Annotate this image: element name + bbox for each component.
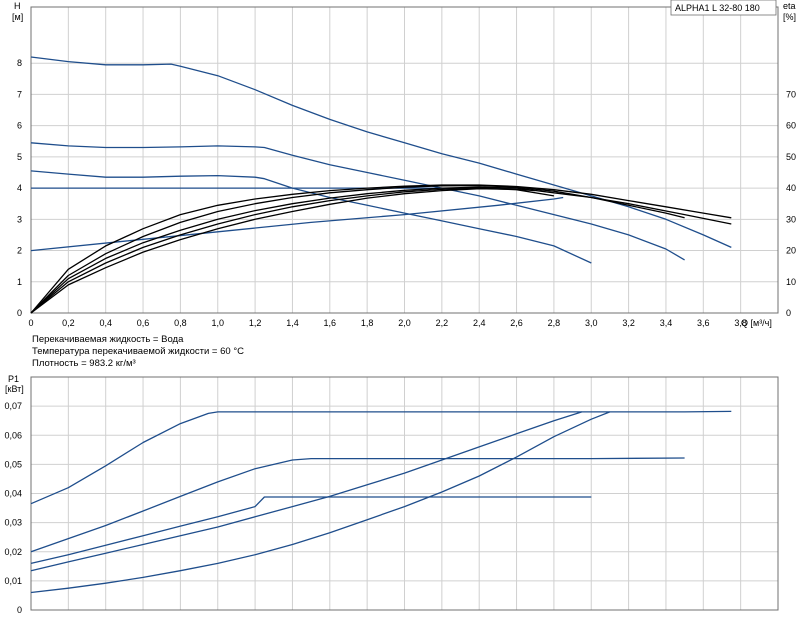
flow-axis-label: Q [м³/ч] [741,318,772,328]
note-density: Плотность = 983.2 кг/м³ [32,358,136,369]
bottom-chart-series [30,410,732,594]
top-x-tick-label: 3,6 [697,318,710,328]
power-tick-label: 0 [17,605,22,615]
power-curve [30,411,611,594]
top-x-tick-label: 1,2 [249,318,262,328]
efficiency-tick-label: 40 [786,183,796,193]
pump-performance-chart: 0 0,2 0,4 0,6 0,8 1,0 1,2 1,4 1,6 1,8 2,0 2,2 2,4 2,6… [0,0,803,625]
power-tick-label: 0,03 [4,518,22,528]
efficiency-tick-label: 20 [786,246,796,256]
head-tick-label: 0 [17,308,22,318]
efficiency-axis-label: eta [783,1,796,11]
top-x-tick-label: 0,6 [137,318,150,328]
power-tick-label: 0,07 [4,401,22,411]
top-x-tick-label: 2,8 [548,318,561,328]
power-curve [30,457,685,553]
efficiency-axis-unit: [%] [783,12,796,22]
chart-svg: 0 0,2 0,4 0,6 0,8 1,0 1,2 1,4 1,6 1,8 2,0 2,2 2,4 2,6… [4,0,796,615]
power-tick-label: 0,02 [4,547,22,557]
power-tick-label: 0,06 [4,430,22,440]
top-x-tick-label: 2,2 [436,318,449,328]
top-x-tick-label: 3,0 [585,318,598,328]
head-tick-label: 1 [17,277,22,287]
top-chart-grid [31,7,778,313]
power-axis-label: P1 [8,374,19,384]
top-x-tick-label: 1,8 [361,318,374,328]
efficiency-tick-label: 50 [786,152,796,162]
head-tick-label: 7 [17,89,22,99]
power-tick-label: 0,01 [4,576,22,586]
power-axis-unit: [кВт] [5,384,24,394]
efficiency-tick-label: 10 [786,277,796,287]
head-tick-label: 8 [17,58,22,68]
head-tick-label: 6 [17,121,22,131]
product-label: ALPHA1 L 32-80 180 [675,3,760,13]
note-liquid: Перекачиваемая жидкость = Вода [32,334,184,345]
efficiency-tick-label: 60 [786,121,796,131]
efficiency-tick-label: 0 [786,308,791,318]
power-tick-label: 0,05 [4,459,22,469]
top-x-tick-label: 2,4 [473,318,486,328]
efficiency-tick-label: 30 [786,214,796,224]
power-curve [30,410,732,505]
efficiency-tick-label: 70 [786,89,796,99]
top-x-tick-label: 0,2 [62,318,75,328]
top-x-tick-label: 0,8 [174,318,187,328]
top-x-tick-label: 3,4 [660,318,673,328]
top-x-tick-label: 1,6 [324,318,337,328]
top-x-tick-label: 3,2 [622,318,635,328]
top-chart-series [30,56,732,314]
top-x-tick-label: 1,0 [211,318,224,328]
head-tick-label: 5 [17,152,22,162]
head-axis-unit: [м] [12,12,23,22]
top-x-tick-label: 0,4 [99,318,112,328]
power-tick-label: 0,04 [4,489,22,499]
top-x-tick-label: 2,6 [510,318,523,328]
head-tick-label: 3 [17,214,22,224]
top-x-tick-label: 1,4 [286,318,299,328]
note-temperature: Температура перекачиваемой жидкости = 60… [32,346,244,357]
head-axis-label: H [14,1,21,11]
head-tick-label: 2 [17,246,22,256]
head-tick-label: 4 [17,183,22,193]
top-x-tick-label: 0 [28,318,33,328]
top-x-tick-label: 2,0 [398,318,411,328]
power-curve [30,496,592,565]
bottom-chart-tick-labels: 0 0,01 0,02 0,03 0,04 0,05 0,06 0,07 [4,401,22,615]
